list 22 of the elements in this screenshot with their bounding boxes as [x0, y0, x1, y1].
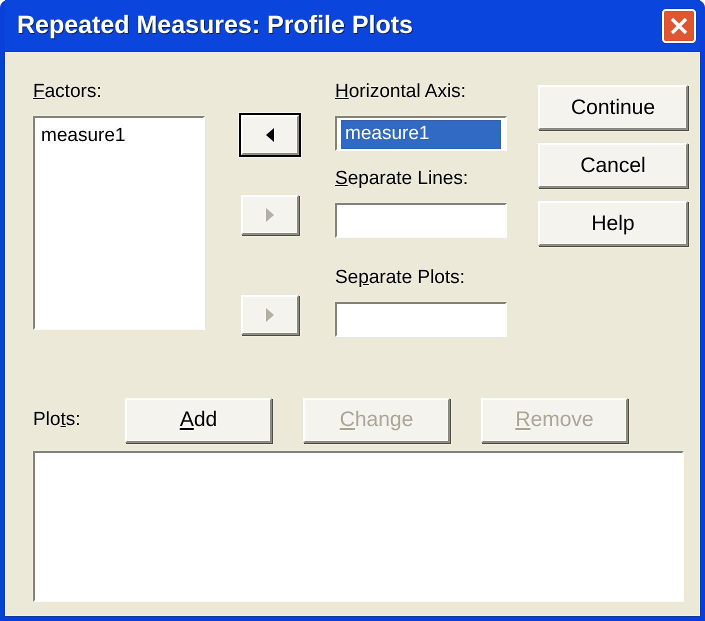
factors-list[interactable]: measure1: [33, 116, 205, 330]
close-button[interactable]: [662, 9, 696, 43]
factors-label: Factors:: [33, 82, 103, 104]
plots-label: Plots:: [33, 408, 82, 432]
right-arrow-icon: [266, 208, 274, 222]
plot-button[interactable]: Add: [125, 398, 272, 442]
list-item[interactable]: measure1: [39, 122, 199, 150]
target-field[interactable]: measure1: [335, 116, 507, 151]
window-title: Repeated Measures: Profile Plots: [17, 10, 413, 42]
target-label: Separate Lines:: [335, 169, 470, 191]
left-arrow-icon: [266, 128, 274, 142]
target-field[interactable]: [335, 203, 507, 238]
dialog-button[interactable]: Continue: [538, 85, 688, 130]
target-label: Horizontal Axis:: [335, 82, 467, 104]
target-label: Separate Plots:: [335, 268, 466, 290]
close-icon: [669, 16, 689, 36]
move-button[interactable]: [241, 115, 299, 155]
field-value: measure1: [341, 120, 501, 148]
dialog-button[interactable]: Help: [538, 201, 688, 246]
target-field[interactable]: [335, 302, 507, 337]
right-arrow-icon: [266, 308, 274, 322]
dialog-button[interactable]: Cancel: [538, 143, 688, 188]
